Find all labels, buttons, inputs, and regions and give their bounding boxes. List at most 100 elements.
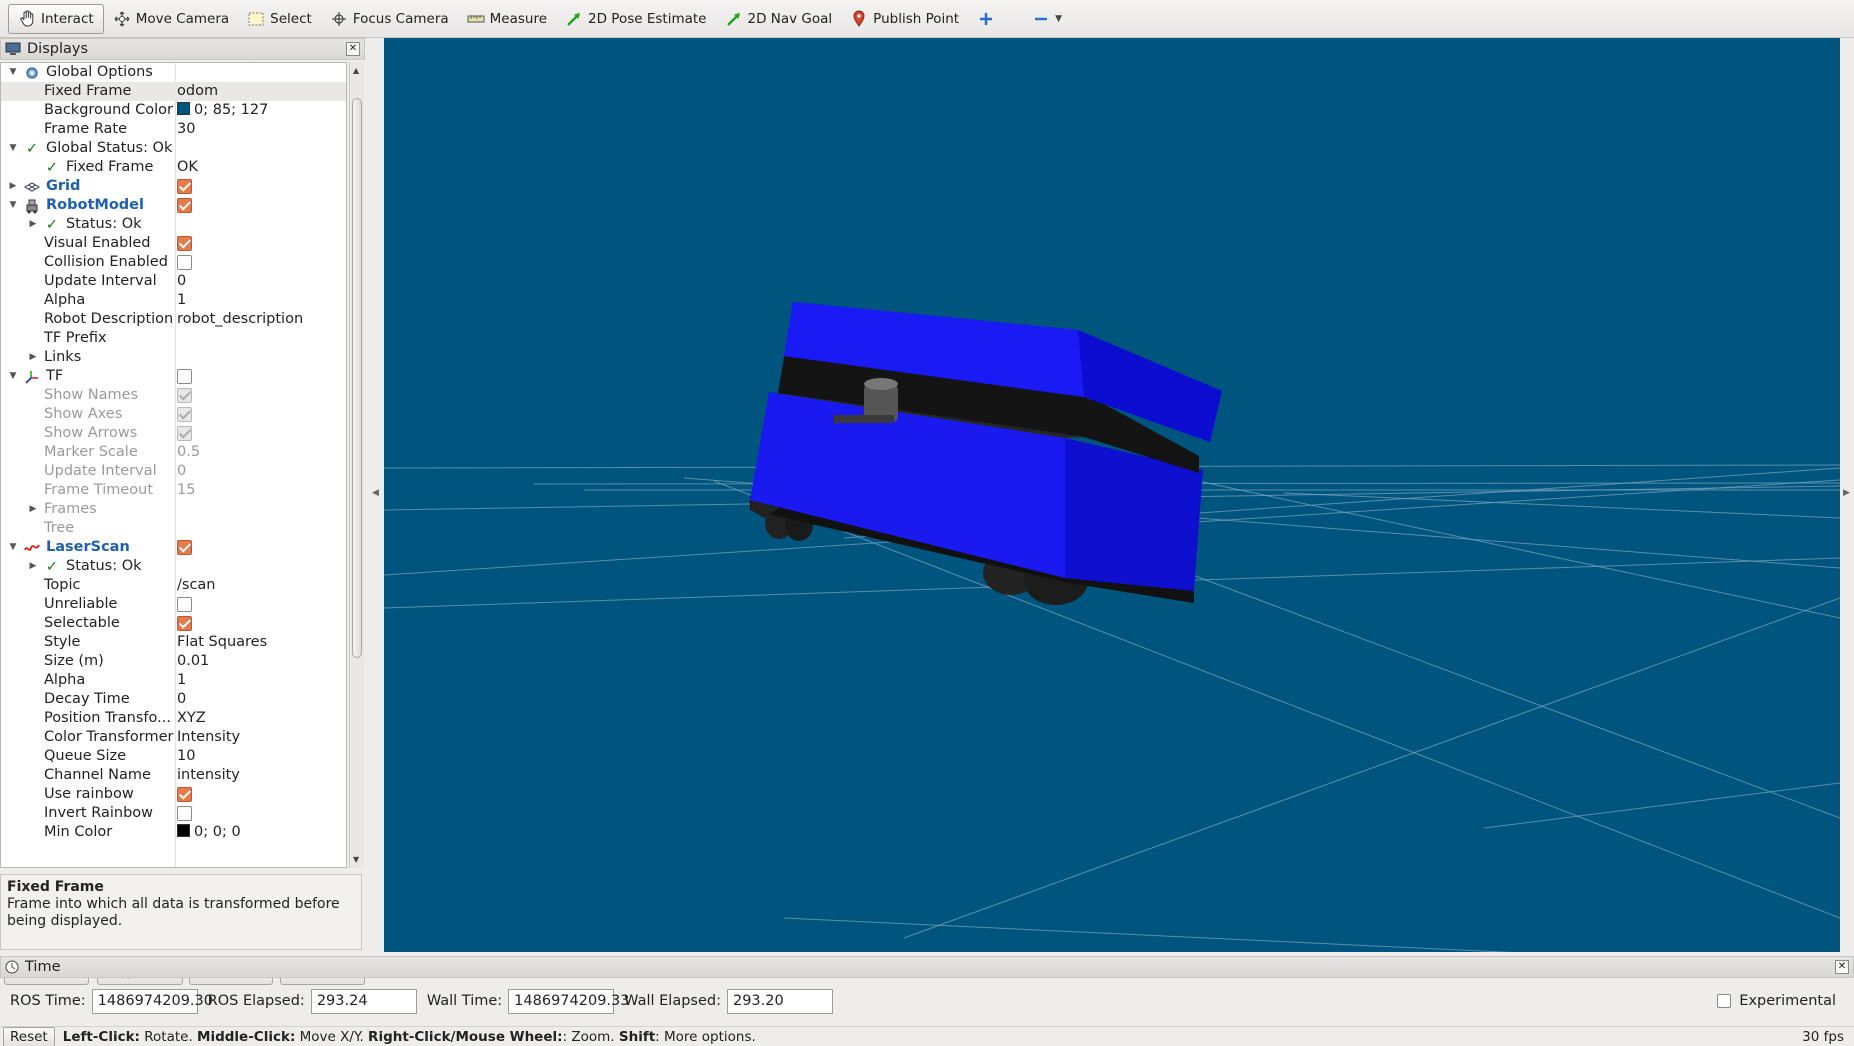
position-transformer-value[interactable]: XYZ xyxy=(177,709,206,728)
tree-row-collision-enabled[interactable]: Collision Enabled xyxy=(1,253,346,272)
marker-scale-value[interactable]: 0.5 xyxy=(177,443,200,462)
tree-row-robot-description[interactable]: Robot Description robot_description xyxy=(1,310,346,329)
tree-row-min-color[interactable]: Min Color 0; 0; 0 xyxy=(1,823,346,842)
tree-row-decay-time[interactable]: Decay Time 0 xyxy=(1,690,346,709)
expand-down-icon[interactable]: ▼ xyxy=(7,367,19,386)
use-rainbow-checkbox[interactable] xyxy=(177,785,192,804)
tf-update-interval-value[interactable]: 0 xyxy=(177,462,186,481)
tree-row-invert-rainbow[interactable]: Invert Rainbow xyxy=(1,804,346,823)
ros-elapsed-field[interactable]: 293.24 xyxy=(310,988,417,1014)
decay-time-value[interactable]: 0 xyxy=(177,690,186,709)
tree-row-fixed-frame-status[interactable]: ✓ Fixed Frame OK xyxy=(1,158,346,177)
color-transformer-value[interactable]: Intensity xyxy=(177,728,240,747)
tree-row-laser-status[interactable]: ▶ ✓ Status: Ok xyxy=(1,557,346,576)
tree-row-laser-alpha[interactable]: Alpha 1 xyxy=(1,671,346,690)
remove-tool-button[interactable]: ▼ xyxy=(1023,4,1071,34)
expand-right-icon[interactable]: ▶ xyxy=(27,557,39,576)
tree-row-show-axes[interactable]: Show Axes xyxy=(1,405,346,424)
reset-button[interactable]: Reset xyxy=(3,1026,55,1046)
wall-time-field[interactable]: 1486974209.33 xyxy=(508,988,630,1014)
show-axes-checkbox[interactable] xyxy=(177,405,192,424)
selectable-checkbox[interactable] xyxy=(177,614,192,633)
frame-timeout-value[interactable]: 15 xyxy=(177,481,195,500)
tf-checkbox[interactable] xyxy=(177,367,192,386)
robot-description-value[interactable]: robot_description xyxy=(177,310,303,329)
left-splitter[interactable]: ◀ xyxy=(366,38,384,952)
scroll-up-icon[interactable]: ▲ xyxy=(353,66,359,75)
tree-row-tf-update-interval[interactable]: Update Interval 0 xyxy=(1,462,346,481)
tree-row-fixed-frame[interactable]: Fixed Frame odom xyxy=(1,82,346,101)
min-color-value[interactable]: 0; 0; 0 xyxy=(177,823,241,842)
tree-row-tree[interactable]: Tree xyxy=(1,519,346,538)
tree-row-tf[interactable]: ▼ TF xyxy=(1,367,346,386)
tree-row-marker-scale[interactable]: Marker Scale 0.5 xyxy=(1,443,346,462)
tree-row-frames[interactable]: ▶ Frames xyxy=(1,500,346,519)
select-tool[interactable]: Select xyxy=(238,4,321,34)
tree-row-links[interactable]: ▶ Links xyxy=(1,348,346,367)
tree-row-robot-status[interactable]: ▶ ✓ Status: Ok xyxy=(1,215,346,234)
tree-row-size[interactable]: Size (m) 0.01 xyxy=(1,652,346,671)
tree-row-show-names[interactable]: Show Names xyxy=(1,386,346,405)
tree-scrollbar[interactable]: ▲ ▼ xyxy=(349,62,364,868)
collapse-left-icon[interactable]: ◀ xyxy=(372,488,379,498)
expand-down-icon[interactable]: ▼ xyxy=(7,196,19,215)
unreliable-checkbox[interactable] xyxy=(177,595,192,614)
expand-right-icon[interactable]: ▶ xyxy=(7,177,19,196)
tree-row-position-transformer[interactable]: Position Transfo... XYZ xyxy=(1,709,346,728)
expand-right-icon[interactable]: ▶ xyxy=(27,500,39,519)
expand-right-icon[interactable]: ▶ xyxy=(27,348,39,367)
experimental-checkbox[interactable] xyxy=(1717,994,1732,1008)
collapse-right-icon[interactable]: ▶ xyxy=(1843,488,1850,498)
tree-row-background-color[interactable]: Background Color 0; 85; 127 xyxy=(1,101,346,120)
expand-right-icon[interactable]: ▶ xyxy=(27,215,39,234)
wall-elapsed-field[interactable]: 293.20 xyxy=(726,988,833,1014)
laser-alpha-value[interactable]: 1 xyxy=(177,671,186,690)
show-names-checkbox[interactable] xyxy=(177,386,192,405)
tree-row-robotmodel[interactable]: ▼ RobotModel xyxy=(1,196,346,215)
tree-row-global-options[interactable]: ▼ Global Options xyxy=(1,63,346,82)
tree-row-style[interactable]: Style Flat Squares xyxy=(1,633,346,652)
expand-down-icon[interactable]: ▼ xyxy=(7,538,19,557)
pose-estimate-tool[interactable]: 2D Pose Estimate xyxy=(556,4,715,34)
experimental-toggle[interactable]: Experimental xyxy=(1717,986,1836,1016)
render-view[interactable] xyxy=(384,38,1840,952)
publish-point-tool[interactable]: Publish Point xyxy=(841,4,968,34)
background-color-value[interactable]: 0; 85; 127 xyxy=(177,101,268,120)
robotmodel-checkbox[interactable] xyxy=(177,196,192,215)
tree-row-alpha[interactable]: Alpha 1 xyxy=(1,291,346,310)
measure-tool[interactable]: Measure xyxy=(458,4,556,34)
topic-value[interactable]: /scan xyxy=(177,576,216,595)
tree-row-visual-enabled[interactable]: Visual Enabled xyxy=(1,234,346,253)
tree-row-tf-prefix[interactable]: TF Prefix xyxy=(1,329,346,348)
scroll-thumb[interactable] xyxy=(352,98,362,658)
fixed-frame-value[interactable]: odom xyxy=(177,82,218,101)
add-tool-button[interactable] xyxy=(968,4,1009,34)
move-camera-tool[interactable]: Move Camera xyxy=(104,4,238,34)
close-icon[interactable]: ✕ xyxy=(1835,960,1849,974)
focus-camera-tool[interactable]: Focus Camera xyxy=(321,4,458,34)
tree-row-global-status[interactable]: ▼ ✓ Global Status: Ok xyxy=(1,139,346,158)
tree-row-laserscan[interactable]: ▼ LaserScan xyxy=(1,538,346,557)
close-icon[interactable]: ✕ xyxy=(346,42,360,56)
expand-down-icon[interactable]: ▼ xyxy=(7,139,19,158)
tree-row-grid[interactable]: ▶ Grid xyxy=(1,177,346,196)
laserscan-checkbox[interactable] xyxy=(177,538,192,557)
channel-name-value[interactable]: intensity xyxy=(177,766,240,785)
collision-enabled-checkbox[interactable] xyxy=(177,253,192,272)
invert-rainbow-checkbox[interactable] xyxy=(177,804,192,823)
tree-row-selectable[interactable]: Selectable xyxy=(1,614,346,633)
interact-tool[interactable]: Interact xyxy=(8,3,104,34)
tree-row-channel-name[interactable]: Channel Name intensity xyxy=(1,766,346,785)
visual-enabled-checkbox[interactable] xyxy=(177,234,192,253)
size-value[interactable]: 0.01 xyxy=(177,652,209,671)
frame-rate-value[interactable]: 30 xyxy=(177,120,195,139)
tree-row-queue-size[interactable]: Queue Size 10 xyxy=(1,747,346,766)
style-value[interactable]: Flat Squares xyxy=(177,633,267,652)
tree-row-frame-rate[interactable]: Frame Rate 30 xyxy=(1,120,346,139)
grid-checkbox[interactable] xyxy=(177,177,192,196)
displays-tree[interactable]: ▼ Global Options Fixed Frame odom Backgr… xyxy=(0,62,347,868)
tree-row-unreliable[interactable]: Unreliable xyxy=(1,595,346,614)
show-arrows-checkbox[interactable] xyxy=(177,424,192,443)
tree-row-frame-timeout[interactable]: Frame Timeout 15 xyxy=(1,481,346,500)
scroll-down-icon[interactable]: ▼ xyxy=(353,855,359,864)
